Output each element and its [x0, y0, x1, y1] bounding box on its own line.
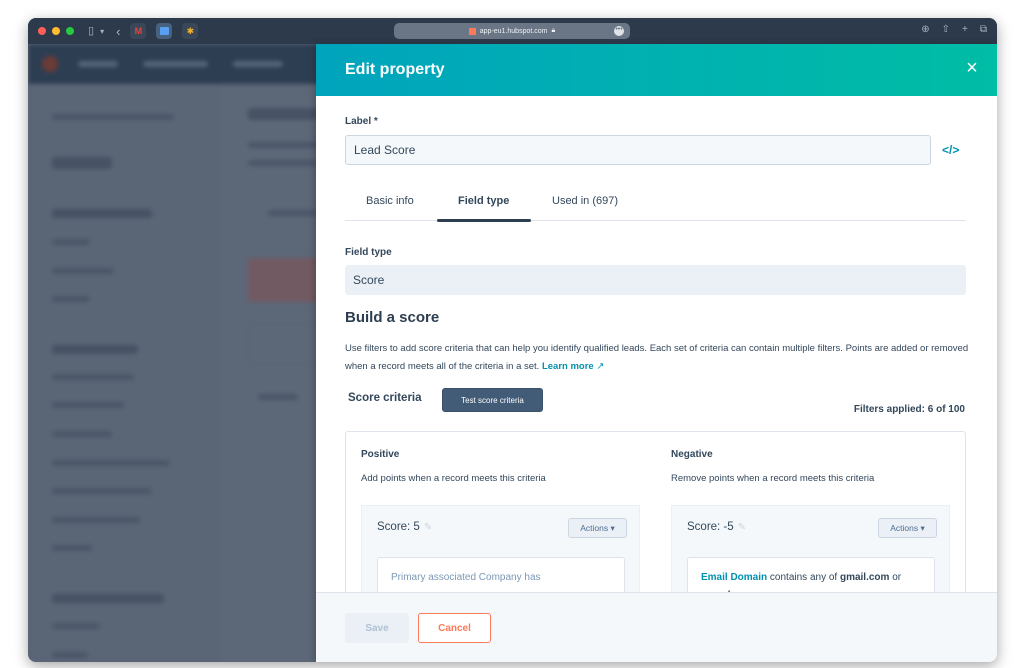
blurred-text [52, 296, 90, 302]
learn-more-text: Learn more [541, 361, 594, 372]
negative-description: Remove points when a record meets this c… [671, 473, 875, 484]
blurred-text [52, 652, 88, 658]
nav-placeholder [78, 61, 118, 67]
nav-placeholder [143, 61, 208, 67]
lock-icon: 🔒︎ [551, 27, 556, 34]
blurred-text [52, 345, 138, 354]
minimize-window-button[interactable] [52, 27, 60, 35]
save-button[interactable]: Save [345, 613, 409, 643]
filter-value: gmail.com [839, 572, 890, 583]
filter-joiner: or [889, 572, 902, 583]
positive-description: Add points when a record meets this crit… [361, 473, 546, 484]
background-sidebar [28, 84, 218, 662]
blurred-text [268, 210, 318, 216]
share-icon[interactable]: ⇧ [942, 24, 950, 35]
panel-footer: Save Cancel [316, 592, 997, 662]
chevron-down-icon[interactable]: ▾ [100, 27, 104, 36]
code-icon[interactable]: </> [942, 143, 959, 157]
gmail-icon[interactable]: M [130, 23, 147, 39]
hubspot-favicon-icon [468, 27, 476, 35]
tabs: Basic info Field type Used in (697) [345, 189, 966, 222]
blurred-text [52, 402, 124, 408]
blurred-text [258, 394, 298, 400]
blurred-text [52, 268, 114, 274]
active-tab-indicator [437, 219, 531, 222]
toolbar-right-actions: ⊕ ⇧ + ⧉ [921, 24, 987, 35]
edit-property-panel: Edit property × Label * </> Basic info F… [316, 44, 997, 662]
build-score-heading: Build a score [345, 309, 440, 326]
close-icon[interactable]: × [963, 58, 981, 78]
field-type-label: Field type [345, 247, 392, 258]
blurred-text [52, 517, 140, 523]
description-text: Use filters to add score criteria that c… [345, 343, 969, 372]
negative-title: Negative [671, 449, 713, 460]
label-input[interactable] [345, 135, 931, 165]
blurred-text [52, 157, 112, 169]
window-controls [38, 27, 74, 35]
filters-applied-count: Filters applied: 6 of 100 [853, 404, 965, 415]
score-value: Score: -5 [687, 521, 734, 533]
field-type-value: Score [345, 265, 966, 295]
blurred-text [52, 545, 92, 551]
blurred-text [52, 209, 152, 218]
address-bar[interactable]: app-eu1.hubspot.com 🔒︎ ••• [394, 23, 630, 39]
maximize-window-button[interactable] [66, 27, 74, 35]
back-icon[interactable]: ‹ [116, 24, 120, 39]
negative-actions-button[interactable]: Actions ▾ [878, 518, 937, 538]
score-criteria-heading: Score criteria [348, 392, 422, 404]
filter-property: Email Domain [701, 572, 768, 583]
nav-placeholder [233, 61, 283, 67]
panel-header: Edit property × [316, 44, 997, 96]
positive-title: Positive [361, 449, 400, 460]
download-icon[interactable]: ⊕ [921, 24, 929, 35]
score-value: Score: 5 [377, 521, 420, 533]
negative-score-label: Score: -5 ✎ [687, 521, 746, 533]
tab-basic-info[interactable]: Basic info [366, 195, 414, 207]
blurred-text [248, 108, 318, 120]
blurred-text [248, 160, 318, 166]
test-score-criteria-button[interactable]: Test score criteria [442, 388, 543, 412]
blurred-text [248, 142, 318, 148]
browser-window: ▯ ▾ ‹ M ✱ app-eu1.hubspot.com 🔒︎ ••• ⊕ ⇧… [28, 18, 997, 662]
browser-toolbar: ▯ ▾ ‹ M ✱ app-eu1.hubspot.com 🔒︎ ••• ⊕ ⇧… [28, 18, 997, 44]
panel-title: Edit property [345, 61, 445, 78]
calendar-icon[interactable] [156, 23, 173, 39]
positive-score-label: Score: 5 ✎ [377, 521, 432, 533]
tab-overview-icon[interactable]: ⧉ [980, 24, 987, 35]
learn-more-link[interactable]: Learn more ↗ [542, 361, 604, 372]
blurred-text [52, 114, 174, 120]
pencil-icon[interactable]: ✎ [738, 522, 746, 533]
label-field-label: Label * [345, 116, 378, 127]
filter-operator: contains any of [767, 572, 840, 583]
pencil-icon[interactable]: ✎ [424, 522, 432, 533]
blurred-text [52, 374, 134, 380]
tab-field-type[interactable]: Field type [458, 195, 509, 207]
positive-actions-button[interactable]: Actions ▾ [568, 518, 627, 538]
close-window-button[interactable] [38, 27, 46, 35]
new-tab-icon[interactable]: + [962, 24, 968, 35]
blurred-text [52, 460, 170, 466]
external-link-icon: ↗ [596, 361, 605, 372]
slack-icon[interactable]: ✱ [182, 23, 199, 39]
blurred-text [52, 488, 152, 494]
blurred-text [52, 623, 100, 629]
more-icon[interactable]: ••• [614, 26, 624, 36]
sidebar-icon[interactable]: ▯ [88, 25, 94, 37]
tab-used-in[interactable]: Used in (697) [552, 195, 618, 207]
blurred-text [52, 594, 164, 603]
cancel-button[interactable]: Cancel [418, 613, 491, 643]
blurred-text [52, 431, 112, 437]
address-text: app-eu1.hubspot.com [479, 27, 548, 35]
build-score-description: Use filters to add score criteria that c… [345, 340, 970, 376]
hubspot-logo-icon [42, 56, 58, 72]
blurred-text [52, 239, 90, 245]
